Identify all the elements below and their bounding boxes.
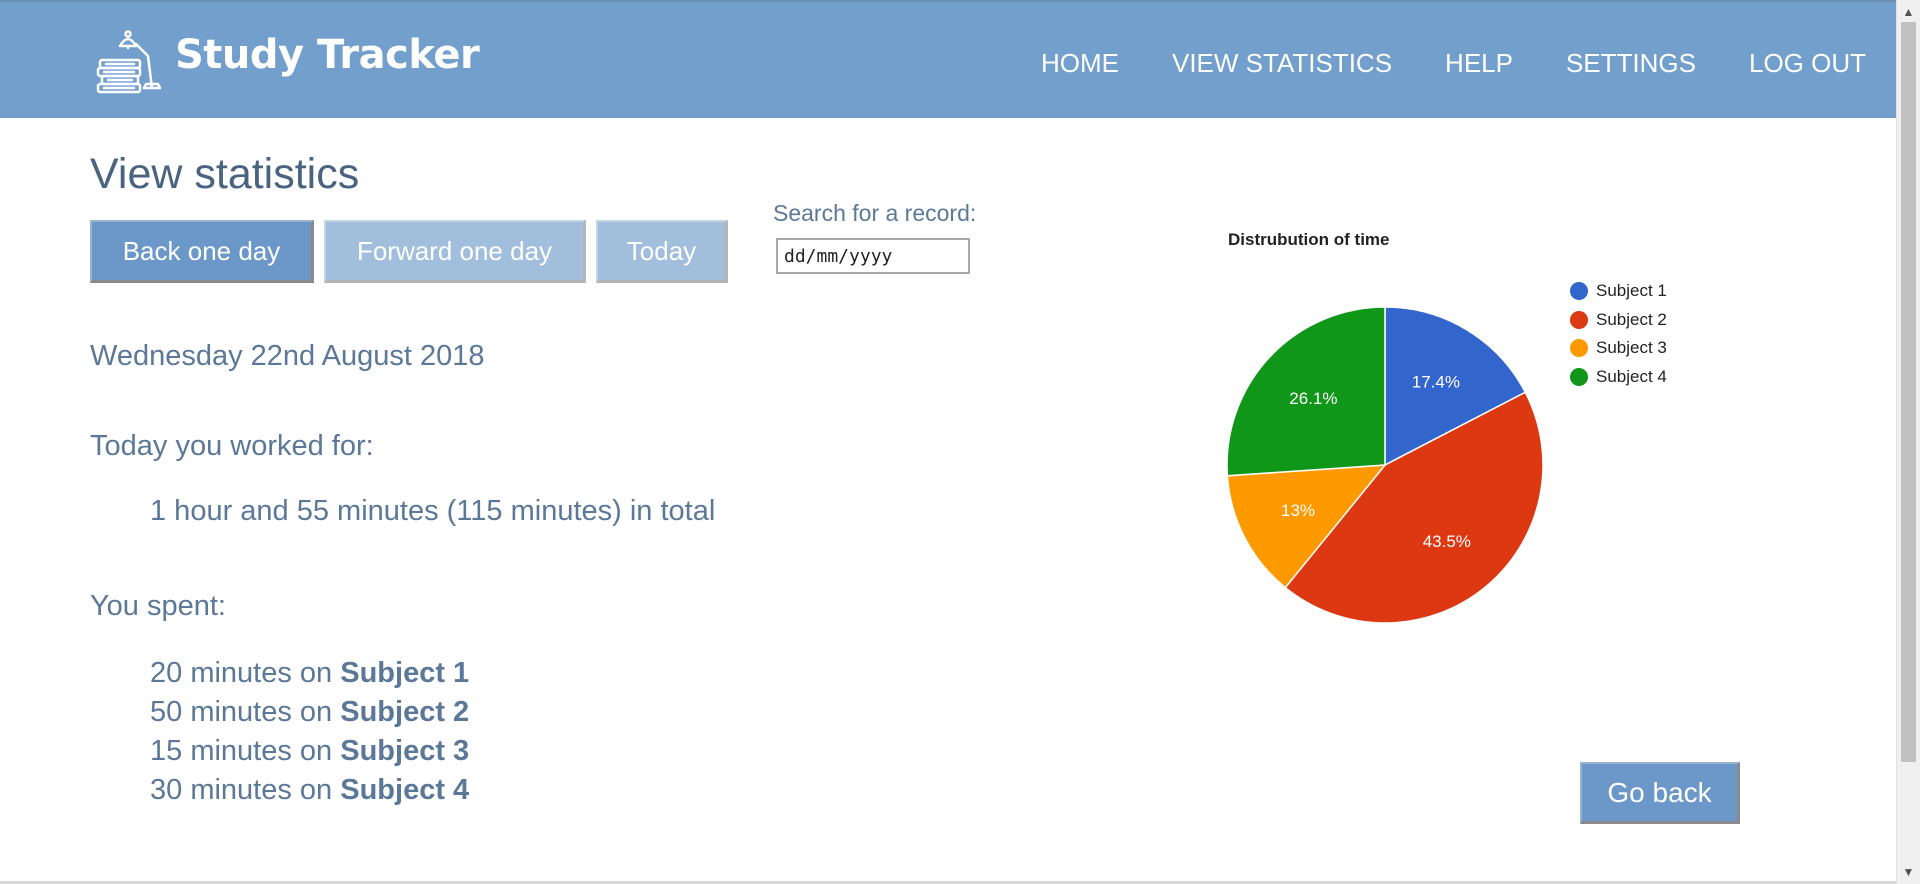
brand-name[interactable]: Study Tracker — [175, 32, 480, 78]
scroll-thumb[interactable] — [1901, 22, 1916, 762]
current-date: Wednesday 22nd August 2018 — [90, 340, 485, 372]
legend-label: Subject 1 — [1596, 281, 1667, 301]
worked-label: Today you worked for: — [90, 430, 374, 462]
time-spent-text: 20 minutes on — [150, 657, 341, 689]
nav-view-statistics[interactable]: VIEW STATISTICS — [1172, 48, 1392, 79]
day-navigation: Back one day Forward one day Today — [90, 220, 728, 283]
list-item: 50 minutes on Subject 2 — [150, 693, 469, 732]
chart-title: Distrubution of time — [1228, 230, 1390, 249]
time-spent-text: 15 minutes on — [150, 735, 341, 767]
legend-item: Subject 3 — [1570, 334, 1667, 363]
today-button[interactable]: Today — [596, 220, 728, 283]
legend-dot-icon — [1570, 310, 1588, 329]
time-spent-text: 30 minutes on — [150, 774, 341, 806]
legend-dot-icon — [1570, 367, 1588, 386]
legend-dot-icon — [1570, 282, 1588, 301]
legend-item: Subject 1 — [1570, 277, 1667, 306]
go-back-button[interactable]: Go back — [1580, 762, 1740, 824]
page-title: View statistics — [90, 150, 360, 198]
list-item: 15 minutes on Subject 3 — [150, 732, 469, 771]
date-search-input[interactable] — [776, 238, 970, 274]
legend-dot-icon — [1570, 339, 1588, 358]
legend-item: Subject 4 — [1570, 363, 1667, 392]
nav-settings[interactable]: SETTINGS — [1566, 48, 1696, 79]
legend-label: Subject 3 — [1596, 338, 1667, 358]
worked-total: 1 hour and 55 minutes (115 minutes) in t… — [150, 495, 716, 527]
scroll-down-arrow-icon[interactable]: ▼ — [1897, 862, 1920, 882]
nav-home[interactable]: HOME — [1041, 48, 1119, 79]
subject-name: Subject 2 — [340, 696, 470, 728]
pie-chart: 17.4% 43.5% 13% 26.1% — [1226, 306, 1544, 624]
chart-legend: Subject 1 Subject 2 Subject 3 Subject 4 — [1570, 277, 1667, 391]
time-spent-text: 50 minutes on — [150, 696, 341, 728]
main-nav: HOME VIEW STATISTICS HELP SETTINGS LOG O… — [1041, 48, 1866, 79]
nav-log-out[interactable]: LOG OUT — [1749, 48, 1866, 79]
legend-item: Subject 2 — [1570, 306, 1667, 335]
subject-name: Subject 4 — [340, 774, 470, 806]
study-lamp-logo-icon — [96, 30, 162, 94]
subject-name: Subject 1 — [340, 657, 470, 689]
legend-label: Subject 4 — [1596, 366, 1667, 386]
slice-label-3: 13% — [1281, 501, 1315, 520]
spent-label: You spent: — [90, 590, 226, 622]
top-navbar: Study Tracker HOME VIEW STATISTICS HELP … — [0, 0, 1896, 118]
vertical-scrollbar[interactable]: ▲ ▼ — [1896, 0, 1920, 884]
slice-label-4: 26.1% — [1289, 389, 1337, 408]
legend-label: Subject 2 — [1596, 309, 1667, 329]
back-one-day-button[interactable]: Back one day — [90, 220, 314, 283]
nav-help[interactable]: HELP — [1445, 48, 1513, 79]
forward-one-day-button[interactable]: Forward one day — [324, 220, 586, 283]
page: Study Tracker HOME VIEW STATISTICS HELP … — [0, 0, 1896, 884]
scroll-up-arrow-icon[interactable]: ▲ — [1897, 2, 1920, 22]
time-spent-list: 20 minutes on Subject 1 50 minutes on Su… — [150, 654, 469, 810]
slice-label-2: 43.5% — [1423, 532, 1471, 551]
subject-name: Subject 3 — [340, 735, 470, 767]
search-label: Search for a record: — [773, 200, 977, 226]
list-item: 30 minutes on Subject 4 — [150, 771, 469, 810]
list-item: 20 minutes on Subject 1 — [150, 654, 469, 693]
slice-label-1: 17.4% — [1412, 372, 1460, 391]
